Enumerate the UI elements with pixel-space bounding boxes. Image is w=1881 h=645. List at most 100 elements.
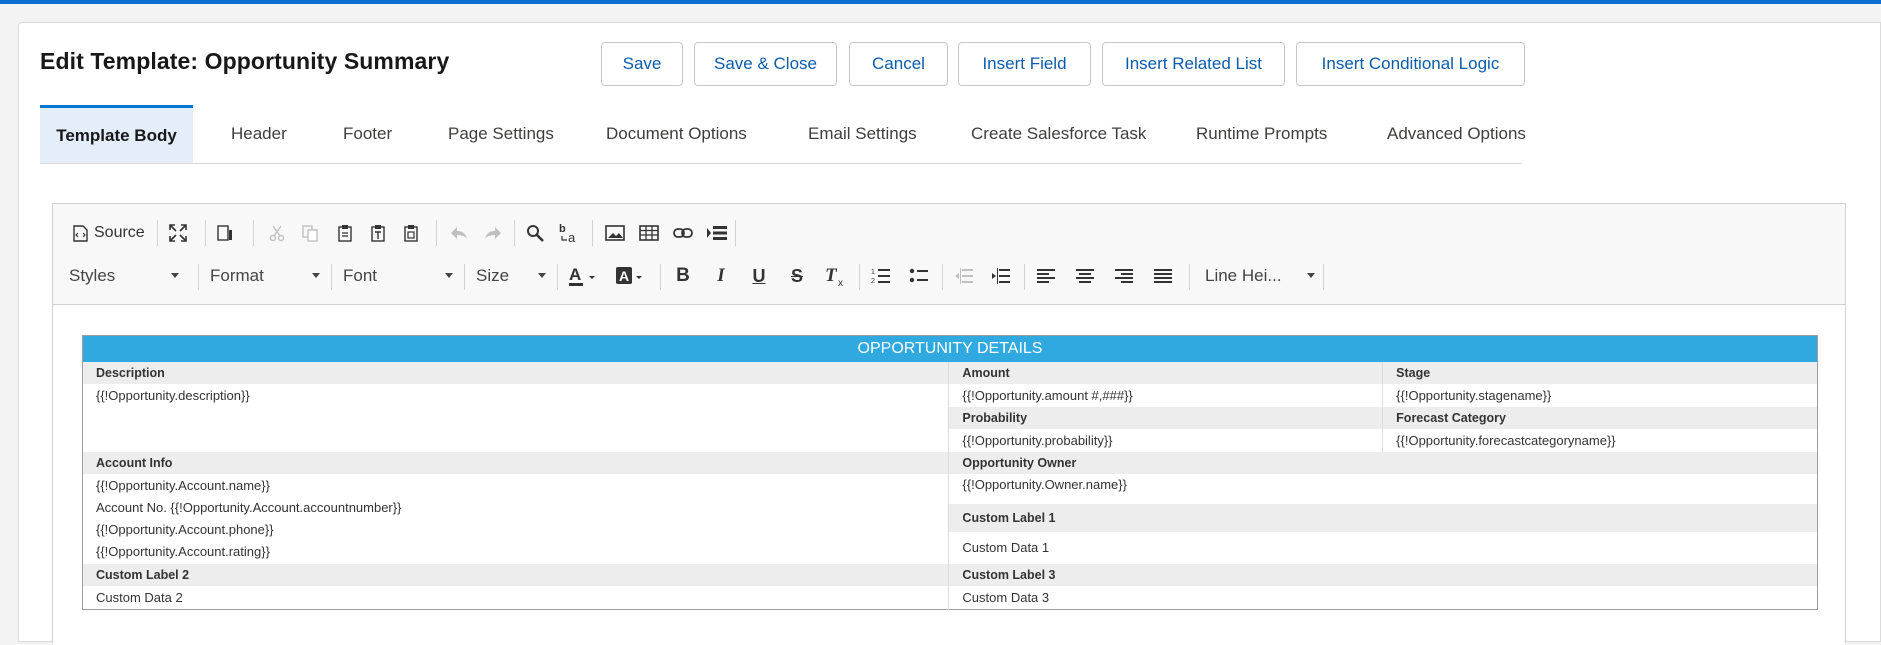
bold-icon[interactable]: B	[669, 262, 697, 290]
custom-data-2: Custom Data 2	[82, 586, 950, 610]
tab-footer[interactable]: Footer	[343, 105, 392, 163]
line-height-dropdown-label: Line Hei...	[1205, 266, 1282, 285]
svg-text:a: a	[568, 230, 576, 244]
forecast-category-value: {{!Opportunity.forecastcategoryname}}	[1396, 433, 1616, 448]
template-tabs: Template Body Header Footer Page Setting…	[40, 105, 1526, 164]
probability-label: Probability	[948, 407, 1384, 429]
top-accent-bar	[0, 0, 1881, 4]
account-info-label: Account Info	[82, 452, 950, 474]
custom-data-1: Custom Data 1	[962, 540, 1050, 556]
decrease-indent-icon[interactable]	[950, 262, 978, 290]
page-title: Edit Template: Opportunity Summary	[40, 48, 450, 74]
bulleted-list-icon[interactable]	[905, 262, 933, 290]
tab-create-salesforce-task[interactable]: Create Salesforce Task	[971, 105, 1146, 163]
paste-text-icon[interactable]	[364, 219, 392, 247]
align-right-icon[interactable]	[1110, 262, 1138, 290]
styles-dropdown[interactable]: Styles	[63, 260, 183, 292]
rich-text-editor: Source b a Styles Format Font Size A A B…	[52, 203, 1846, 645]
amount-label: Amount	[948, 362, 1384, 384]
stage-label: Stage	[1382, 362, 1818, 384]
opportunity-owner-value: {{!Opportunity.Owner.name}}	[962, 477, 1127, 492]
find-icon[interactable]	[521, 219, 549, 247]
size-dropdown-label: Size	[476, 266, 510, 285]
tab-runtime-prompts[interactable]: Runtime Prompts	[1196, 105, 1327, 163]
font-dropdown[interactable]: Font	[337, 260, 457, 292]
font-dropdown-label: Font	[343, 266, 378, 285]
underline-icon[interactable]: U	[745, 262, 773, 290]
source-icon	[73, 224, 88, 242]
chevron-down-icon	[312, 273, 320, 278]
description-value: {{!Opportunity.description}}	[82, 384, 950, 452]
chevron-down-icon	[538, 273, 546, 278]
replace-icon[interactable]: ba	[555, 218, 583, 248]
tab-email-settings[interactable]: Email Settings	[808, 105, 917, 163]
chevron-down-icon	[1307, 273, 1315, 278]
source-button[interactable]: Source	[73, 219, 145, 247]
tab-document-options[interactable]: Document Options	[606, 105, 747, 163]
link-icon[interactable]	[669, 219, 697, 247]
align-center-icon[interactable]	[1071, 262, 1099, 290]
table-icon[interactable]	[635, 219, 663, 247]
show-blocks-icon[interactable]	[211, 219, 239, 247]
background-color-icon[interactable]: A	[613, 262, 647, 290]
align-left-icon[interactable]	[1032, 262, 1060, 290]
tab-header[interactable]: Header	[231, 105, 287, 163]
svg-text:2: 2	[871, 278, 875, 285]
account-name-line: {{!Opportunity.Account.name}}	[96, 478, 270, 493]
custom-label-1: Custom Label 1	[948, 503, 1818, 533]
copy-icon[interactable]	[296, 219, 324, 247]
tab-page-settings[interactable]: Page Settings	[448, 105, 554, 163]
account-number-line: Account No. {{!Opportunity.Account.accou…	[96, 500, 402, 515]
save-button[interactable]: Save	[601, 42, 683, 86]
svg-text:x: x	[838, 278, 843, 287]
italic-icon[interactable]: I	[707, 262, 735, 290]
insert-conditional-logic-button[interactable]: Insert Conditional Logic	[1296, 42, 1525, 86]
table-header-title: OPPORTUNITY DETAILS	[82, 335, 1818, 362]
line-height-dropdown[interactable]: Line Hei...	[1199, 260, 1319, 292]
custom-data-3: Custom Data 3	[962, 590, 1050, 605]
undo-icon[interactable]	[445, 219, 473, 247]
forecast-category-label: Forecast Category	[1382, 407, 1818, 429]
tab-template-body[interactable]: Template Body	[40, 105, 193, 163]
opportunity-details-table: OPPORTUNITY DETAILS Description Amount S…	[82, 335, 1818, 610]
strikethrough-icon[interactable]: S	[783, 262, 811, 290]
size-dropdown[interactable]: Size	[470, 260, 550, 292]
cut-icon[interactable]	[263, 219, 291, 247]
stage-value: {{!Opportunity.stagename}}	[1396, 388, 1552, 403]
tab-advanced-options[interactable]: Advanced Options	[1387, 105, 1526, 163]
chevron-down-icon	[171, 273, 179, 278]
save-and-close-button[interactable]: Save & Close	[694, 42, 837, 86]
opportunity-owner-label: Opportunity Owner	[948, 452, 1818, 474]
svg-text:b: b	[559, 223, 566, 235]
redo-icon[interactable]	[479, 219, 507, 247]
svg-text:1: 1	[871, 269, 875, 276]
maximize-icon[interactable]	[164, 219, 192, 247]
increase-indent-icon[interactable]	[987, 262, 1015, 290]
justify-icon[interactable]	[1149, 262, 1177, 290]
text-color-icon[interactable]: A	[566, 262, 600, 290]
cancel-button[interactable]: Cancel	[849, 42, 948, 86]
format-dropdown[interactable]: Format	[204, 260, 324, 292]
account-rating-line: {{!Opportunity.Account.rating}}	[96, 544, 270, 559]
paste-icon[interactable]	[331, 219, 359, 247]
account-info-value: {{!Opportunity.Account.name}} Account No…	[82, 474, 950, 564]
editor-content-area[interactable]: OPPORTUNITY DETAILS Description Amount S…	[53, 305, 1845, 645]
format-dropdown-label: Format	[210, 266, 264, 285]
image-icon[interactable]	[601, 219, 629, 247]
insert-field-button[interactable]: Insert Field	[958, 42, 1091, 86]
svg-text:A: A	[619, 268, 629, 284]
editor-toolbar: Source b a Styles Format Font Size A A B…	[53, 204, 1845, 305]
svg-text:T: T	[825, 265, 838, 286]
probability-value: {{!Opportunity.probability}}	[948, 429, 1384, 452]
chevron-down-icon	[445, 273, 453, 278]
styles-dropdown-label: Styles	[69, 266, 116, 285]
paste-word-icon[interactable]	[397, 219, 425, 247]
amount-value: {{!Opportunity.amount #,###}}	[948, 384, 1384, 407]
insert-related-list-button[interactable]: Insert Related List	[1102, 42, 1285, 86]
page-break-icon[interactable]	[703, 219, 731, 247]
remove-format-icon[interactable]: Tx	[821, 262, 849, 290]
custom-label-3: Custom Label 3	[948, 564, 1818, 586]
svg-text:A: A	[569, 265, 581, 284]
numbered-list-icon[interactable]: 12	[867, 262, 895, 290]
source-label: Source	[94, 224, 145, 241]
